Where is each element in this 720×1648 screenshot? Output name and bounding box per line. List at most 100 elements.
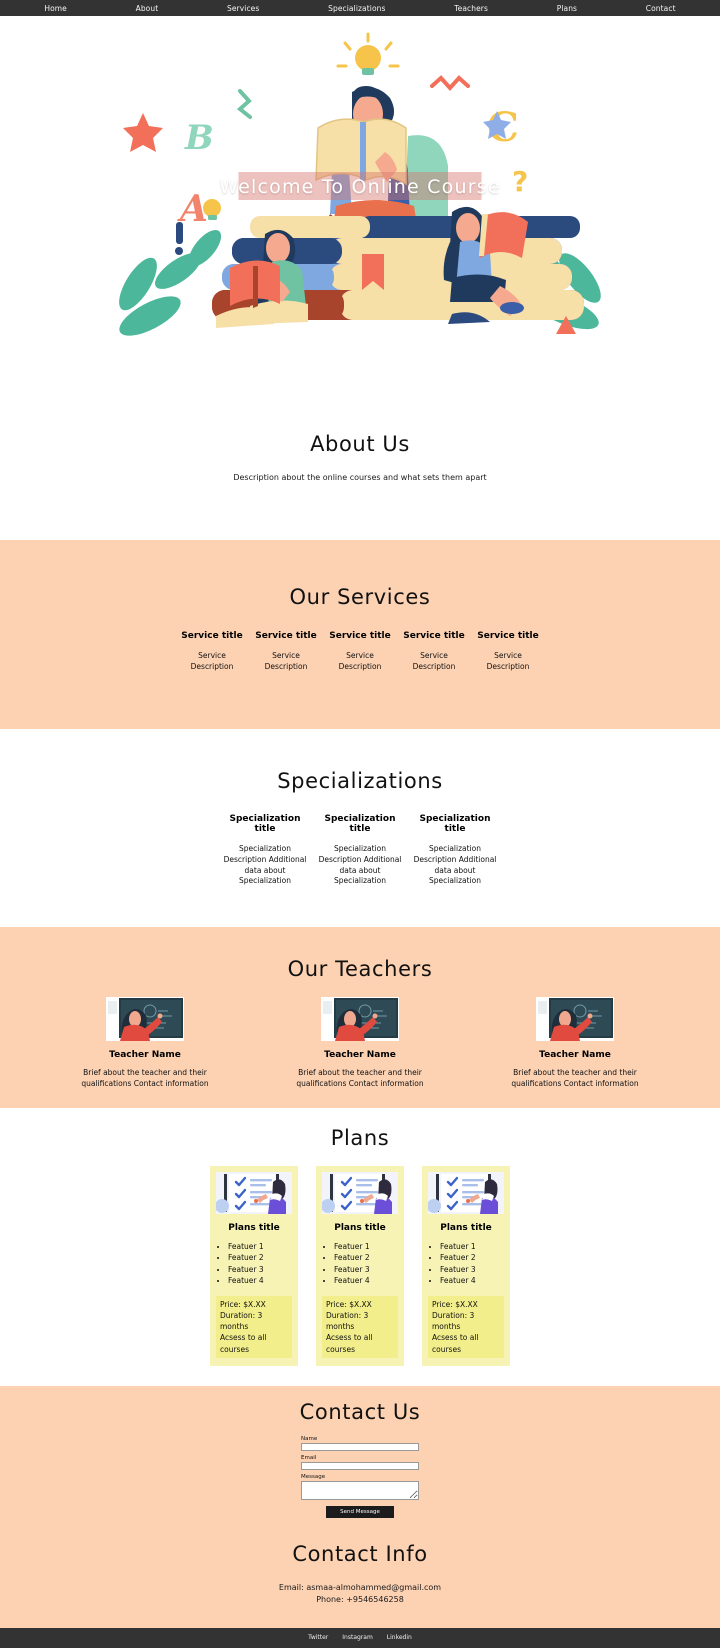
plan-feature: Featuer 3 xyxy=(334,1264,398,1275)
specialization-description: Specialization Description Additional da… xyxy=(223,843,307,886)
about-description: Description about the online courses and… xyxy=(233,473,487,482)
specializations-section: Specializations Specialization title Spe… xyxy=(0,728,720,928)
plan-price: Price: $X.XX xyxy=(432,1299,478,1309)
specialization-item: Specialization title Specialization Desc… xyxy=(408,814,503,888)
service-item: Service title Service Description xyxy=(175,631,249,673)
footer-link-twitter[interactable]: Twitter xyxy=(308,1634,328,1641)
plan-duration: Duration: 3 months xyxy=(220,1310,263,1332)
specialization-description: Specialization Description Additional da… xyxy=(318,843,402,886)
plan-duration: Duration: 3 months xyxy=(432,1310,475,1332)
contact-info-section: Contact Info Email: asmaa-almohammed@gma… xyxy=(0,1527,720,1628)
plan-pricing-box: Price: $X.XX Duration: 3 months Acsess t… xyxy=(428,1295,504,1358)
plan-card[interactable]: Plans title Featuer 1 Featuer 2 Featuer … xyxy=(316,1166,404,1366)
teacher-photo-icon xyxy=(321,997,399,1042)
teacher-item: Teacher Name Brief about the teacher and… xyxy=(498,997,653,1090)
specialization-title: Specialization title xyxy=(229,813,301,834)
plan-feature: Featuer 3 xyxy=(440,1264,504,1275)
specialization-description: Specialization Description Additional da… xyxy=(413,843,497,886)
plans-list: Plans title Featuer 1 Featuer 2 Featuer … xyxy=(12,1166,708,1366)
checklist-icon xyxy=(216,1172,292,1214)
plans-title: Plans xyxy=(330,1126,390,1150)
service-item: Service title Service Description xyxy=(397,631,471,673)
plan-price: Price: $X.XX xyxy=(220,1299,266,1309)
service-description: Service Description xyxy=(412,651,456,671)
checklist-icon xyxy=(428,1172,504,1214)
service-description: Service Description xyxy=(486,651,530,671)
plan-feature: Featuer 4 xyxy=(334,1275,398,1286)
teacher-description: Brief about the teacher and their qualif… xyxy=(81,1068,209,1089)
specializations-title: Specializations xyxy=(277,768,443,793)
teachers-title: Our Teachers xyxy=(287,957,433,982)
plan-feature: Featuer 2 xyxy=(228,1252,292,1263)
plan-features: Featuer 1 Featuer 2 Featuer 3 Featuer 4 xyxy=(440,1241,504,1287)
teachers-list: Teacher Name Brief about the teacher and… xyxy=(12,997,708,1090)
specialization-item: Specialization title Specialization Desc… xyxy=(218,814,313,888)
service-title: Service title xyxy=(329,631,391,641)
main-navigation: Home About Services Specializations Teac… xyxy=(0,0,720,16)
plan-feature: Featuer 2 xyxy=(334,1252,398,1263)
plan-feature: Featuer 3 xyxy=(228,1264,292,1275)
teacher-item: Teacher Name Brief about the teacher and… xyxy=(68,997,223,1090)
site-footer: Twitter Instagram Linkedin xyxy=(0,1627,720,1648)
specializations-list: Specialization title Specialization Desc… xyxy=(12,814,708,888)
about-section: About Us Description about the online co… xyxy=(0,376,720,540)
service-item: Service title Service Description xyxy=(323,631,397,673)
plan-duration: Duration: 3 months xyxy=(326,1310,369,1332)
nav-item-services[interactable]: Services xyxy=(227,4,259,13)
plan-features: Featuer 1 Featuer 2 Featuer 3 Featuer 4 xyxy=(334,1241,398,1287)
plan-feature: Featuer 4 xyxy=(228,1275,292,1286)
name-input[interactable] xyxy=(301,1442,419,1451)
plan-pricing-box: Price: $X.XX Duration: 3 months Acsess t… xyxy=(322,1295,398,1358)
plan-feature: Featuer 1 xyxy=(440,1241,504,1252)
footer-link-instagram[interactable]: Instagram xyxy=(342,1634,373,1641)
nav-item-teachers[interactable]: Teachers xyxy=(454,4,488,13)
service-item: Service title Service Description xyxy=(249,631,323,673)
teacher-item: Teacher Name Brief about the teacher and… xyxy=(283,997,438,1090)
plan-feature: Featuer 1 xyxy=(334,1241,398,1252)
services-list: Service title Service Description Servic… xyxy=(12,631,708,673)
teacher-name: Teacher Name xyxy=(324,1050,396,1061)
specialization-title: Specialization title xyxy=(419,813,491,834)
plan-card[interactable]: Plans title Featuer 1 Featuer 2 Featuer … xyxy=(210,1166,298,1366)
plan-feature: Featuer 4 xyxy=(440,1275,504,1286)
service-title: Service title xyxy=(403,631,465,641)
services-section: Our Services Service title Service Descr… xyxy=(0,540,720,729)
message-input[interactable] xyxy=(301,1480,419,1500)
plan-title: Plans title xyxy=(228,1223,280,1233)
teachers-section: Our Teachers Teacher Name Brief about th… xyxy=(0,927,720,1108)
plan-pricing-box: Price: $X.XX Duration: 3 months Acsess t… xyxy=(216,1295,292,1358)
service-description: Service Description xyxy=(264,651,308,671)
nav-item-home[interactable]: Home xyxy=(44,4,67,13)
plan-feature: Featuer 2 xyxy=(440,1252,504,1263)
email-input[interactable] xyxy=(301,1461,419,1470)
plan-price: Price: $X.XX xyxy=(326,1299,372,1309)
service-title: Service title xyxy=(477,631,539,641)
plan-access: Acsess to all courses xyxy=(326,1333,373,1354)
contact-title: Contact Us xyxy=(299,1399,421,1424)
teacher-photo-icon xyxy=(106,997,184,1042)
send-message-button[interactable]: Send Message xyxy=(326,1505,394,1518)
nav-item-contact[interactable]: Contact xyxy=(646,4,676,13)
nav-item-specializations[interactable]: Specializations xyxy=(328,4,385,13)
teacher-photo-icon xyxy=(536,997,614,1042)
service-description: Service Description xyxy=(338,651,382,671)
checklist-icon xyxy=(322,1172,398,1214)
plan-title: Plans title xyxy=(440,1223,492,1233)
service-description: Service Description xyxy=(190,651,234,671)
teacher-description: Brief about the teacher and their qualif… xyxy=(296,1068,424,1089)
svg-text:B: B xyxy=(184,118,214,158)
specialization-item: Specialization title Specialization Desc… xyxy=(313,814,408,888)
nav-item-plans[interactable]: Plans xyxy=(557,4,577,13)
plan-card[interactable]: Plans title Featuer 1 Featuer 2 Featuer … xyxy=(422,1166,510,1366)
teacher-name: Teacher Name xyxy=(539,1050,611,1061)
service-item: Service title Service Description xyxy=(471,631,545,673)
message-label: Message xyxy=(301,1473,326,1480)
contact-section: Contact Us Name Email Message Send Messa… xyxy=(0,1385,720,1528)
footer-link-linkedin[interactable]: Linkedin xyxy=(387,1634,412,1641)
services-title: Our Services xyxy=(289,585,431,609)
plan-features: Featuer 1 Featuer 2 Featuer 3 Featuer 4 xyxy=(228,1241,292,1287)
plan-title: Plans title xyxy=(334,1223,386,1233)
nav-item-about[interactable]: About xyxy=(136,4,159,13)
teacher-name: Teacher Name xyxy=(109,1050,181,1061)
contact-info-phone: Phone: +9546546258 xyxy=(316,1594,404,1604)
